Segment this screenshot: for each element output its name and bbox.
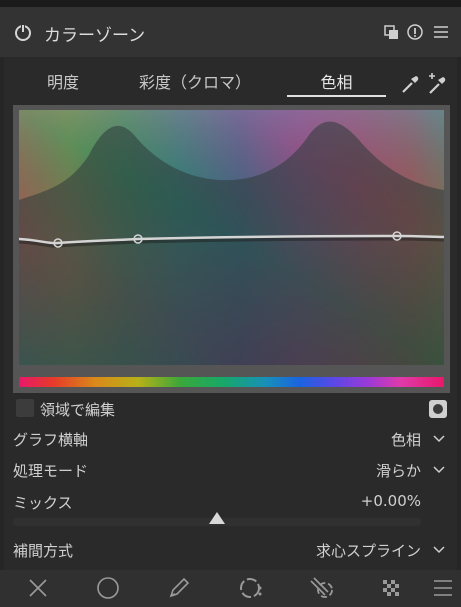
- hue-curve-graph[interactable]: [19, 110, 444, 365]
- module-title: カラーゾーン: [44, 26, 146, 46]
- gradient-icon[interactable]: [238, 575, 264, 601]
- edit-by-area-checkbox[interactable]: [16, 399, 34, 417]
- color-picker-icon[interactable]: [398, 72, 422, 96]
- active-tab-indicator: [287, 95, 386, 97]
- process-mode-value[interactable]: 滑らか: [376, 460, 421, 481]
- tab-bar: 明度 彩度（クロマ） 色相: [0, 57, 461, 101]
- mix-label: ミックス: [13, 494, 73, 512]
- tab-lightness[interactable]: 明度: [28, 69, 98, 93]
- edit-by-area-label: 領域で編集: [40, 401, 116, 419]
- menu-icon[interactable]: [430, 575, 456, 601]
- checker-icon[interactable]: [378, 575, 404, 601]
- chevron-down-icon[interactable]: [433, 435, 445, 443]
- circle-icon[interactable]: [95, 575, 121, 601]
- hue-color-bar: [19, 377, 444, 387]
- mask-toggle-icon[interactable]: [429, 400, 447, 418]
- pencil-icon[interactable]: [166, 575, 192, 601]
- copy-icon[interactable]: [382, 23, 400, 41]
- process-mode-label: 処理モード: [13, 462, 89, 480]
- mix-slider-thumb[interactable]: [209, 512, 225, 524]
- graph-axis-value[interactable]: 色相: [391, 429, 421, 450]
- hamburger-menu-icon[interactable]: [432, 23, 450, 41]
- drawn-gradient-icon[interactable]: [308, 575, 334, 601]
- chevron-down-icon[interactable]: [433, 546, 445, 554]
- module-header[interactable]: カラーゾーン: [0, 7, 461, 57]
- chevron-down-icon[interactable]: [433, 466, 445, 474]
- tab-hue[interactable]: 色相: [287, 69, 386, 93]
- interpolation-label: 補間方式: [13, 542, 74, 560]
- top-border: [0, 0, 461, 7]
- graph-axis-label: グラフ横軸: [13, 431, 89, 449]
- power-icon[interactable]: [14, 23, 32, 41]
- reset-icon[interactable]: [406, 23, 424, 41]
- tab-chroma[interactable]: 彩度（クロマ）: [130, 69, 260, 93]
- mix-value[interactable]: +0.00%: [361, 492, 421, 510]
- color-picker-add-icon[interactable]: [426, 72, 450, 96]
- close-icon[interactable]: [25, 575, 51, 601]
- interpolation-value[interactable]: 求心スプライン: [316, 540, 421, 561]
